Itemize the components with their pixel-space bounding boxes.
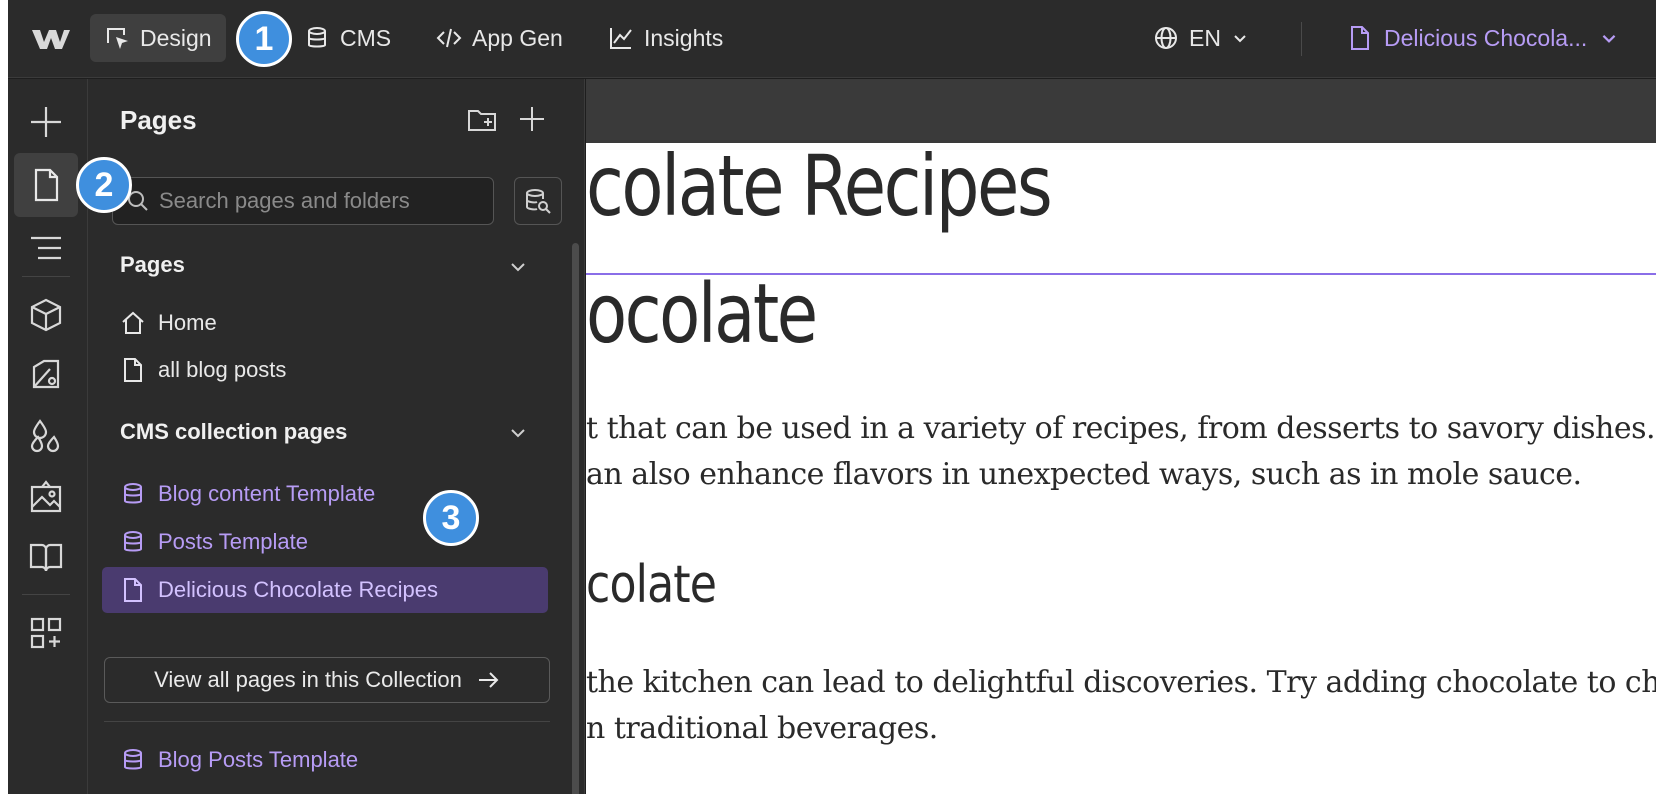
line-chart-icon [610,28,632,49]
view-all-pages-button[interactable]: View all pages in this Collection [104,657,550,703]
docs-button[interactable] [14,525,78,589]
insights-tab[interactable]: Insights [594,14,737,62]
design-tab-label: Design [140,24,212,51]
cube-icon [30,298,62,332]
canvas-heading-1[interactable]: colate Recipes [586,143,1053,235]
page-item-all-blog-posts[interactable]: all blog posts [102,347,548,393]
search-cms-button[interactable] [514,177,562,225]
image-icon [30,480,62,513]
style-selectors-button[interactable] [14,343,78,407]
page-icon [124,578,142,602]
cms-item-label: Posts Template [158,529,309,554]
add-folder-icon[interactable] [466,103,498,135]
database-icon [124,531,142,552]
add-elements-button[interactable] [14,90,78,154]
variables-button[interactable] [14,403,78,467]
search-pages-input[interactable] [159,188,489,214]
app-gen-tab-label: App Gen [472,24,563,51]
webflow-logo-icon[interactable] [30,24,72,54]
search-pages-field[interactable] [112,177,494,225]
database-icon [308,27,326,48]
pages-button[interactable] [14,153,78,217]
apps-button[interactable] [14,601,78,665]
apps-grid-icon [30,617,62,649]
page-item-home[interactable]: Home [102,300,548,346]
chevron-down-icon [1234,35,1246,43]
code-icon [436,28,462,48]
globe-icon [1155,27,1177,49]
cursor-select-icon [107,28,128,49]
add-page-icon[interactable] [516,103,548,135]
chevron-down-icon [1602,34,1616,43]
step-badge-1: 1 [236,11,292,67]
cms-tab[interactable]: CMS [290,14,405,62]
paintbrush-icon [32,359,60,389]
arrow-right-icon [478,672,499,688]
design-tab[interactable]: Design [90,14,226,62]
cms-item-label: Blog content Template [158,481,376,506]
panel-scrollbar[interactable] [572,243,579,794]
rail-divider [22,276,70,277]
app-gen-tab[interactable]: App Gen [422,14,577,62]
page-icon [1351,26,1369,50]
canvas-heading-2[interactable]: ocolate [586,267,818,362]
language-label: EN [1189,24,1221,51]
canvas-paragraph-1-line-1[interactable]: t that can be used in a variety of recip… [586,411,1656,446]
canvas-heading-3[interactable]: colate [586,555,717,615]
page-item-label: Home [158,310,217,335]
pages-panel: Pages Pages Home [88,79,585,794]
pages-panel-title: Pages [120,105,197,135]
app-window: Design CMS App Gen Insights EN Delicious… [0,0,1656,794]
canvas-toolbar-strip [586,79,1656,143]
database-icon [124,483,142,504]
step-badge-3: 3 [423,490,479,546]
current-page-selector[interactable]: Delicious Chocola... [1348,14,1619,62]
view-all-label: View all pages in this Collection [154,667,462,692]
cms-item-blog-posts-template[interactable]: Blog Posts Template [102,737,548,783]
database-icon [124,749,142,770]
language-selector[interactable]: EN [1153,14,1249,62]
navigator-lines-icon [31,236,61,260]
plus-icon [31,107,61,137]
window-edge [0,0,8,794]
design-canvas[interactable]: colate Recipes ocolate t that can be use… [586,143,1656,794]
cms-item-posts-template[interactable]: Posts Template [102,519,548,565]
cms-item-label: Blog Posts Template [158,747,359,772]
page-icon [34,168,59,202]
canvas-paragraph-1-line-2[interactable]: an also enhance flavors in unexpected wa… [586,457,1582,492]
components-button[interactable] [14,283,78,347]
chevron-down-icon[interactable] [506,255,530,279]
cms-item-blog-content-template[interactable]: Blog content Template [102,471,548,517]
canvas-paragraph-2-line-2[interactable]: n traditional beverages. [586,711,938,746]
cms-item-delicious-chocolate-recipes[interactable]: Delicious Chocolate Recipes [102,567,548,613]
section-divider [104,721,550,722]
navigator-button[interactable] [14,216,78,280]
droplets-icon [30,419,60,453]
cms-item-label: Delicious Chocolate Recipes [158,577,439,602]
book-icon [29,543,63,572]
canvas-paragraph-2-line-1[interactable]: the kitchen can lead to delightful disco… [586,665,1656,700]
insights-tab-label: Insights [644,24,724,51]
page-item-label: all blog posts [158,357,287,382]
chevron-down-icon[interactable] [506,421,530,445]
home-icon [122,311,144,334]
topbar-divider [1301,22,1302,56]
current-page-label: Delicious Chocola... [1384,24,1588,51]
page-icon [124,358,142,382]
rail-divider [22,594,70,595]
step-badge-2: 2 [76,157,132,213]
cms-tab-label: CMS [340,24,392,51]
pages-section-heading[interactable]: Pages [120,252,185,278]
database-search-icon [526,189,551,214]
cms-section-heading[interactable]: CMS collection pages [120,419,347,445]
assets-button[interactable] [14,465,78,529]
